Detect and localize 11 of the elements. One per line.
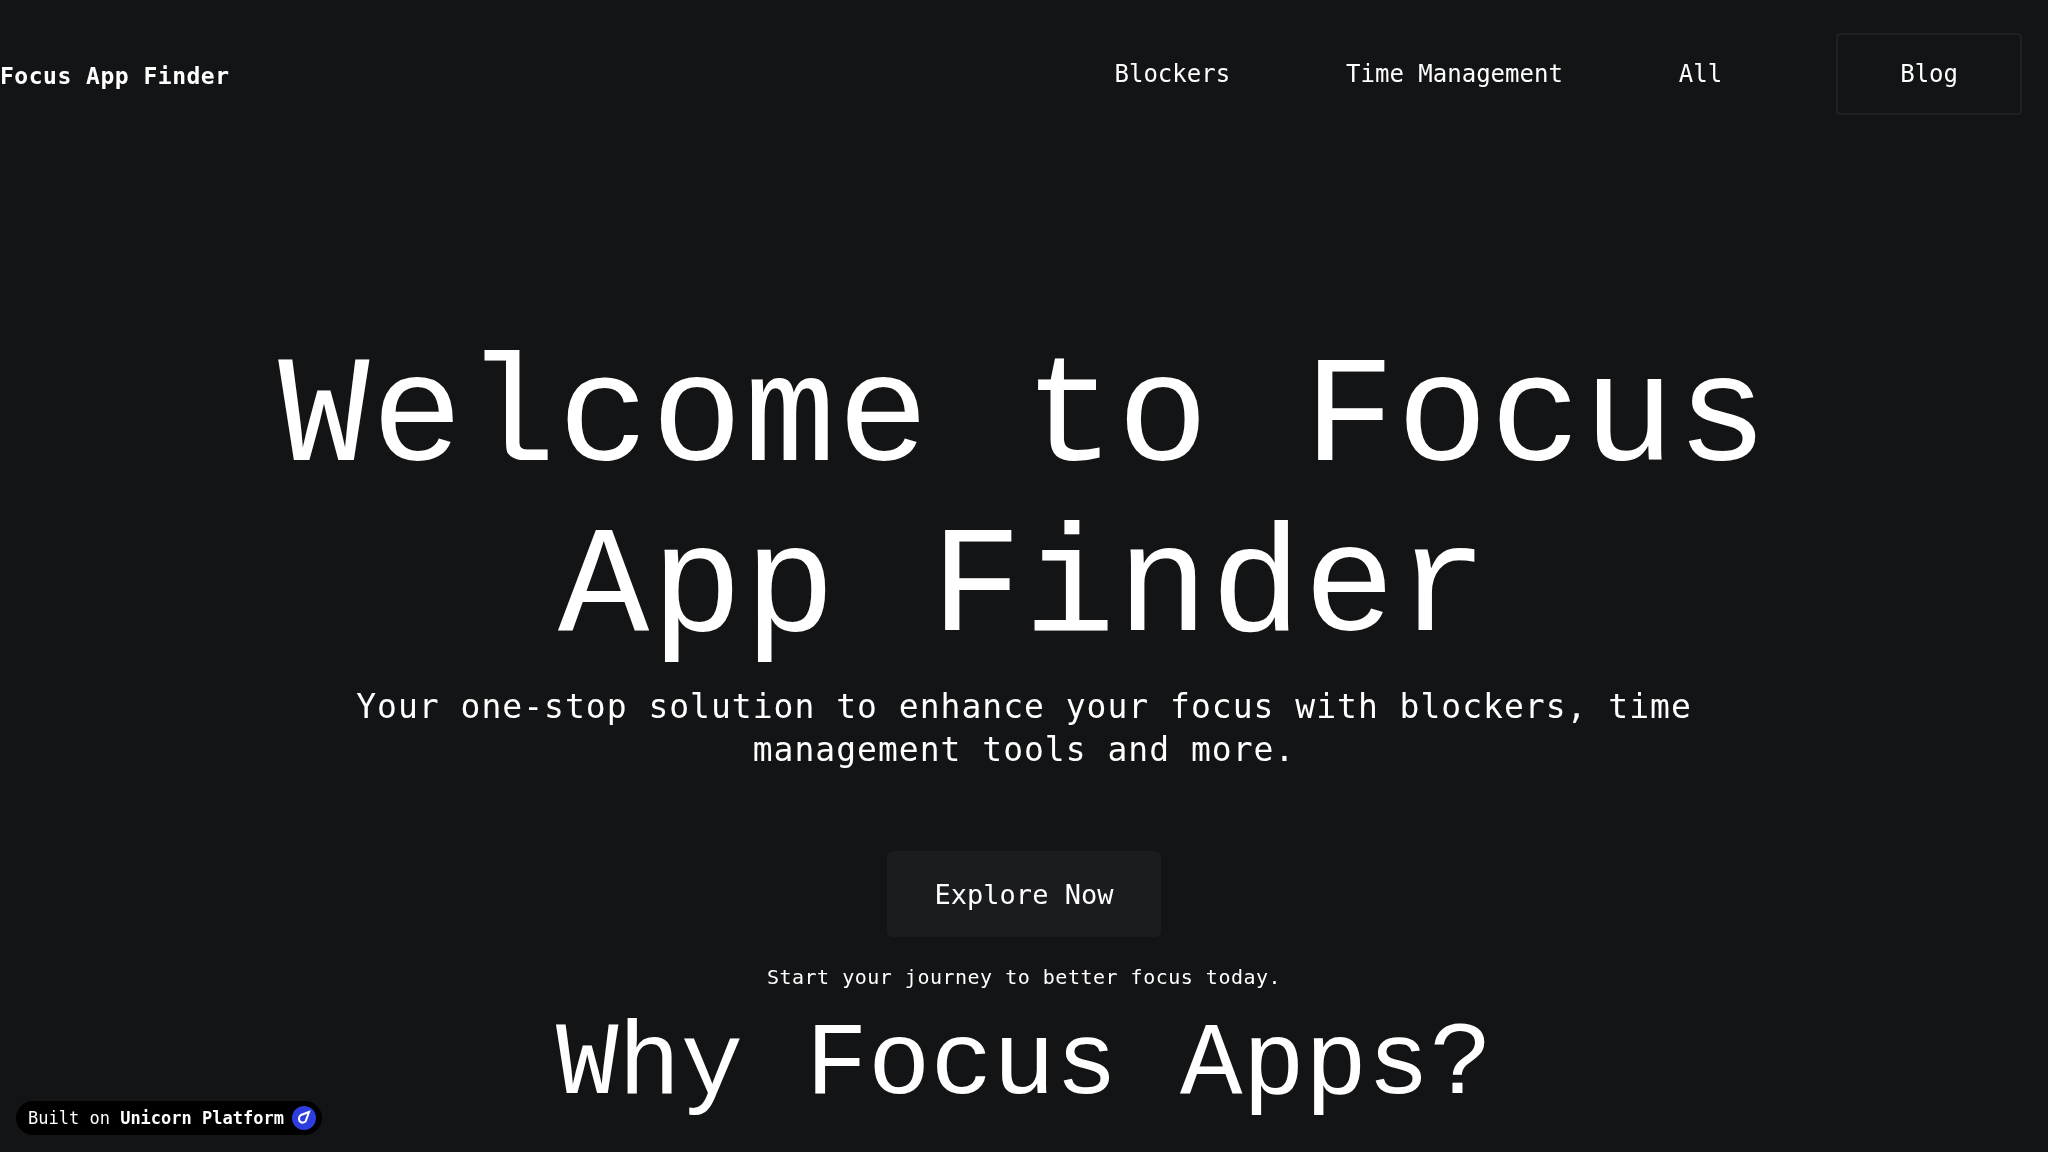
section-heading: Why Focus Apps? (555, 1011, 1493, 1119)
hero-title: Welcome to Focus App Finder (278, 335, 1770, 675)
unicorn-logo-icon (291, 1106, 316, 1130)
tagline: Start your journey to better focus today. (766, 965, 1282, 989)
hero-subtitle: Your one-stop solution to enhance your focus with blockers, time management tools and more. (355, 686, 1693, 771)
nav-link[interactable]: All (1620, 33, 1781, 115)
explore-button[interactable]: Explore Now (887, 851, 1161, 937)
site-logo[interactable]: Focus App Finder (0, 63, 230, 89)
platform-badge[interactable]: Built on Unicorn Platform (16, 1101, 322, 1135)
nav-link[interactable]: Blockers (1056, 33, 1289, 115)
nav-link[interactable]: Time Management (1288, 33, 1621, 115)
